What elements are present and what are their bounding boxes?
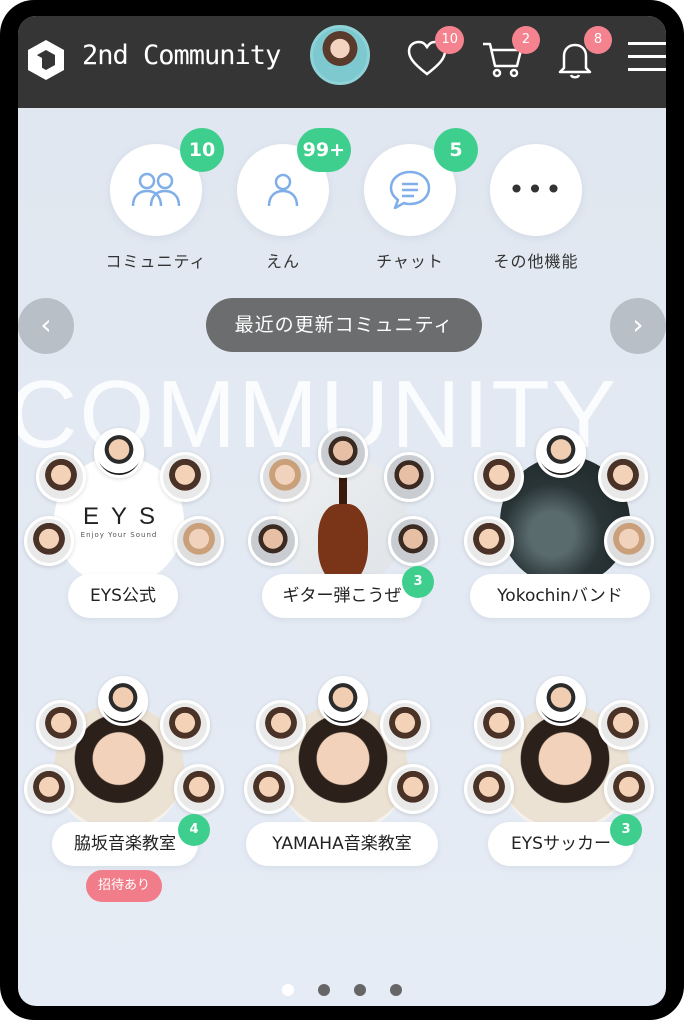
- member-avatar: [36, 700, 86, 750]
- next-arrow-button[interactable]: ›: [610, 298, 666, 354]
- community-name: 脇坂音楽教室: [52, 822, 198, 866]
- top-header: 2nd Community 10 2 8: [18, 16, 666, 108]
- community-card[interactable]: Yokochinバンド: [464, 428, 664, 638]
- member-avatar: [24, 764, 74, 814]
- member-avatar: [318, 428, 368, 478]
- feature-label: コミュニティ: [105, 252, 207, 271]
- feature-chat[interactable]: 5 チャット: [350, 128, 478, 272]
- chevron-right-icon: ›: [632, 308, 644, 341]
- app-screen: 2nd Community 10 2 8 10 コミュニティ 99+ えん 5 …: [18, 16, 666, 1006]
- feature-community-circle: 10: [110, 128, 224, 236]
- cart-badge: 2: [512, 26, 540, 54]
- member-avatar: [244, 764, 294, 814]
- member-avatar: [536, 676, 586, 726]
- unread-badge: 4: [178, 814, 210, 846]
- people-icon: [131, 172, 181, 207]
- member-avatar: [24, 516, 74, 566]
- community-card[interactable]: EYS Enjoy Your Sound EYS公式: [18, 428, 224, 638]
- eys-logo: EYS: [82, 503, 168, 530]
- user-avatar[interactable]: [310, 25, 370, 85]
- member-avatar: [474, 452, 524, 502]
- notifications-badge: 8: [584, 26, 612, 54]
- person-icon: [267, 173, 299, 207]
- member-avatar: [598, 700, 648, 750]
- chevron-left-icon: ‹: [40, 308, 52, 341]
- community-name: Yokochinバンド: [470, 574, 650, 618]
- section-title: 最近の更新コミュニティ: [206, 298, 482, 352]
- community-card[interactable]: EYSサッカー 3: [464, 676, 664, 886]
- community-card[interactable]: 脇坂音楽教室 4 招待あり: [18, 676, 224, 902]
- member-avatar: [598, 452, 648, 502]
- member-avatar: [98, 676, 148, 726]
- member-avatar: [36, 452, 86, 502]
- cart-button[interactable]: 2: [480, 26, 540, 82]
- community-count-badge: 10: [180, 128, 224, 172]
- hamburger-line: [628, 55, 666, 58]
- invite-badge[interactable]: 招待あり: [86, 870, 162, 902]
- member-avatar: [604, 516, 654, 566]
- feature-other[interactable]: ••• その他機能: [476, 144, 596, 272]
- menu-button[interactable]: [628, 42, 666, 72]
- member-avatar: [388, 516, 438, 566]
- member-avatar: [464, 516, 514, 566]
- feature-label: えん: [265, 252, 300, 271]
- feature-chat-circle: 5: [364, 128, 478, 236]
- member-avatar: [536, 428, 586, 478]
- app-name: 2nd Community: [82, 40, 281, 71]
- en-count-badge: 99+: [296, 128, 351, 172]
- prev-arrow-button[interactable]: ‹: [18, 298, 74, 354]
- member-avatar: [174, 764, 224, 814]
- unread-badge: 3: [610, 814, 642, 846]
- member-avatar: [464, 764, 514, 814]
- page-dot[interactable]: [390, 984, 402, 996]
- feature-en-circle: 99+: [237, 128, 351, 236]
- member-avatar: [94, 428, 144, 478]
- member-avatar: [160, 452, 210, 502]
- phone-frame: 2nd Community 10 2 8 10 コミュニティ 99+ えん 5 …: [0, 0, 684, 1020]
- favorites-badge: 10: [435, 26, 464, 54]
- favorites-button[interactable]: 10: [404, 26, 464, 82]
- eys-tagline: Enjoy Your Sound: [80, 531, 158, 539]
- more-dots-icon: •••: [508, 173, 564, 206]
- member-avatar: [318, 676, 368, 726]
- member-avatar: [380, 700, 430, 750]
- feature-other-circle: •••: [490, 144, 582, 236]
- feature-community[interactable]: 10 コミュニティ: [96, 128, 224, 272]
- community-card[interactable]: YAMAHA音楽教室: [242, 676, 442, 886]
- page-dot-active[interactable]: [282, 984, 294, 996]
- community-name: YAMAHA音楽教室: [246, 822, 438, 866]
- carousel-pagination: [282, 984, 412, 998]
- member-avatar: [174, 516, 224, 566]
- app-logo-icon[interactable]: [22, 36, 70, 84]
- unread-badge: 3: [402, 566, 434, 598]
- hamburger-line: [628, 68, 666, 71]
- community-name: ギター弾こうぜ: [262, 574, 422, 618]
- member-avatar: [160, 700, 210, 750]
- member-avatar: [384, 452, 434, 502]
- member-avatar: [248, 516, 298, 566]
- page-dot[interactable]: [354, 984, 366, 996]
- community-name: EYS公式: [68, 574, 178, 618]
- member-avatar: [256, 700, 306, 750]
- member-avatar: [474, 700, 524, 750]
- chat-bubble-icon: [389, 170, 431, 210]
- member-avatar: [388, 764, 438, 814]
- feature-en[interactable]: 99+ えん: [223, 128, 351, 272]
- hamburger-icon: [628, 42, 666, 45]
- page-dot[interactable]: [318, 984, 330, 996]
- community-card[interactable]: ギター弾こうぜ 3: [242, 428, 442, 638]
- member-avatar: [604, 764, 654, 814]
- chat-count-badge: 5: [434, 128, 478, 172]
- member-avatar: [260, 452, 310, 502]
- feature-label: チャット: [376, 252, 444, 271]
- violin-icon: [318, 504, 368, 584]
- notifications-button[interactable]: 8: [552, 26, 612, 82]
- feature-label: その他機能: [493, 252, 579, 271]
